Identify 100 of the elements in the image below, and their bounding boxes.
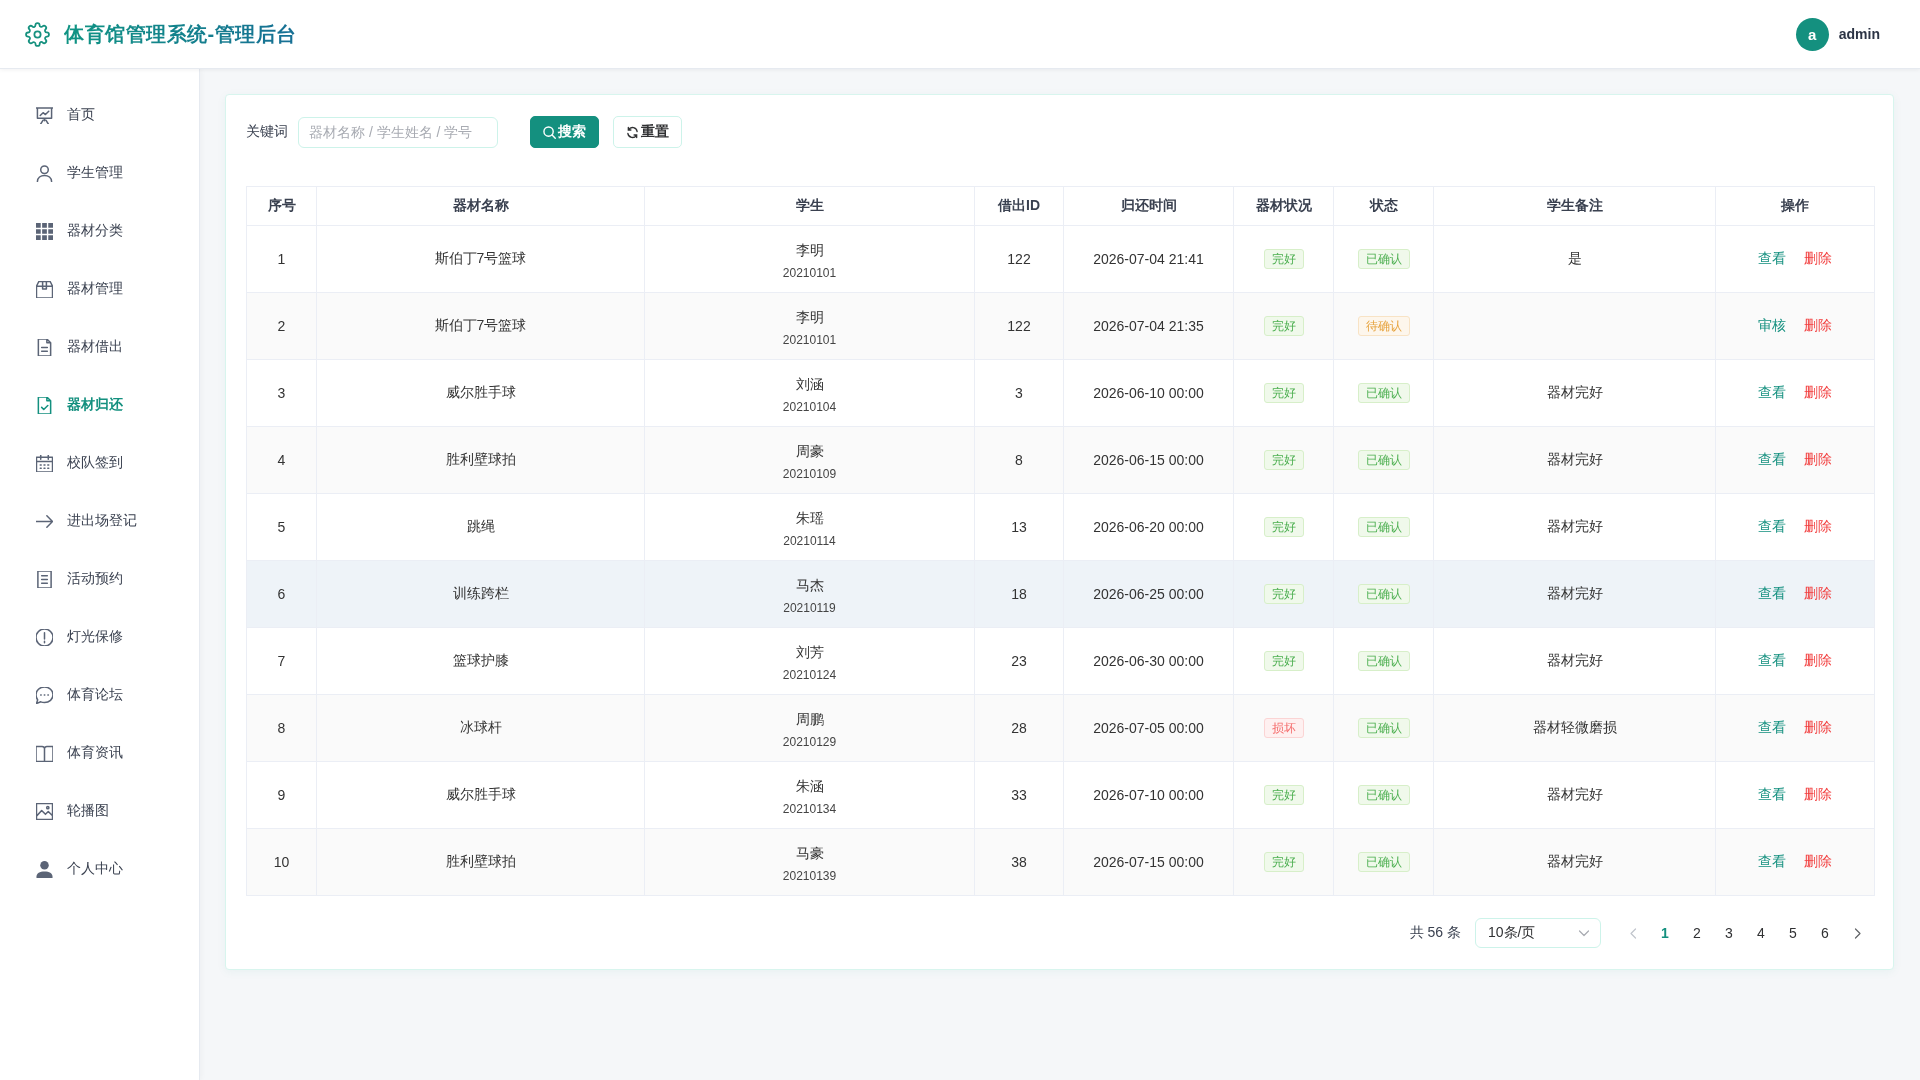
table-cell: 威尔胜手球 <box>316 761 645 829</box>
status-tag: 已确认 <box>1357 249 1410 269</box>
action-link[interactable]: 查看 <box>1758 786 1786 804</box>
student-number: 20210119 <box>782 599 837 616</box>
student-number: 20210114 <box>782 532 837 549</box>
table-cell: 器材完好 <box>1433 560 1716 628</box>
column-header: 学生 <box>644 186 975 226</box>
delete-link[interactable]: 删除 <box>1804 384 1832 402</box>
sidebar-item[interactable]: 器材管理 <box>0 260 199 318</box>
table-cell: 器材轻微磨损 <box>1433 694 1716 762</box>
delete-link[interactable]: 删除 <box>1804 451 1832 469</box>
action-link[interactable]: 查看 <box>1758 518 1786 536</box>
delete-link[interactable]: 删除 <box>1804 786 1832 804</box>
sidebar-item[interactable]: 个人中心 <box>0 840 199 898</box>
sidebar-item[interactable]: 首页 <box>0 86 199 144</box>
table-cell: 器材完好 <box>1433 359 1716 427</box>
status-tag: 已确认 <box>1357 383 1410 403</box>
page-size-select[interactable]: 10条/页 <box>1475 918 1601 948</box>
keyword-input[interactable]: 器材名称 / 学生姓名 / 学号 <box>298 116 498 148</box>
student-name: 周鹏 <box>794 709 825 729</box>
table-cell: 3 <box>246 359 317 427</box>
condition-tag: 完好 <box>1263 785 1304 805</box>
action-link[interactable]: 查看 <box>1758 384 1786 402</box>
page-button[interactable]: 2 <box>1681 918 1713 948</box>
table-cell: 胜利壁球拍 <box>316 426 645 494</box>
sidebar-item[interactable]: 进出场登记 <box>0 492 199 550</box>
user-avatar[interactable]: a <box>1795 17 1829 51</box>
total-count: 共 56 条 <box>1409 924 1461 942</box>
chat-bubble-icon <box>36 686 53 704</box>
column-header: 归还时间 <box>1063 186 1234 226</box>
sidebar-item[interactable]: 活动预约 <box>0 550 199 608</box>
page-button[interactable]: 3 <box>1713 918 1745 948</box>
condition-tag: 完好 <box>1263 450 1304 470</box>
student-name: 刘涵 <box>794 374 825 394</box>
sidebar-item[interactable]: 轮播图 <box>0 782 199 840</box>
table-cell: 是 <box>1433 225 1716 293</box>
table-cell: 器材完好 <box>1433 426 1716 494</box>
action-link[interactable]: 查看 <box>1758 250 1786 268</box>
table-cell: 28 <box>974 694 1064 762</box>
reset-button[interactable]: 重置 <box>613 116 682 148</box>
sidebar-item[interactable]: 学生管理 <box>0 144 199 202</box>
table-cell: 33 <box>974 761 1064 829</box>
sidebar-item[interactable]: 器材分类 <box>0 202 199 260</box>
search-button[interactable]: 搜索 <box>530 116 599 148</box>
document-icon <box>36 338 53 356</box>
action-link[interactable]: 查看 <box>1758 451 1786 469</box>
keyword-label: 关键词 <box>246 123 288 141</box>
page-button[interactable]: 6 <box>1809 918 1841 948</box>
sidebar-item[interactable]: 体育资讯 <box>0 724 199 782</box>
delete-link[interactable]: 删除 <box>1804 853 1832 871</box>
table-cell: 122 <box>974 225 1064 293</box>
sidebar-item[interactable]: 器材借出 <box>0 318 199 376</box>
status-tag: 待确认 <box>1357 316 1410 336</box>
delete-link[interactable]: 删除 <box>1804 652 1832 670</box>
column-header: 借出ID <box>974 186 1064 226</box>
settings-icon <box>25 21 50 47</box>
box-icon <box>36 280 53 298</box>
table-cell: 9 <box>246 761 317 829</box>
action-link[interactable]: 查看 <box>1758 853 1786 871</box>
delete-link[interactable]: 删除 <box>1804 250 1832 268</box>
delete-link[interactable]: 删除 <box>1804 719 1832 737</box>
student-number: 20210101 <box>781 264 838 281</box>
student-number: 20210134 <box>781 800 838 817</box>
student-name: 朱涵 <box>794 776 825 796</box>
table-cell: 篮球护膝 <box>316 627 645 695</box>
student-number: 20210139 <box>781 867 838 884</box>
sidebar-item[interactable]: 校队签到 <box>0 434 199 492</box>
table-cell: 2026-07-04 21:35 <box>1063 292 1234 360</box>
table-cell: 2026-06-15 00:00 <box>1063 426 1234 494</box>
table-cell: 训练跨栏 <box>316 560 645 628</box>
status-tag: 已确认 <box>1357 584 1410 604</box>
sidebar-item[interactable]: 器材归还 <box>0 376 199 434</box>
sidebar-item[interactable]: 体育论坛 <box>0 666 199 724</box>
delete-link[interactable]: 删除 <box>1804 585 1832 603</box>
student-name: 李明 <box>794 240 825 260</box>
condition-tag: 损坏 <box>1263 718 1304 738</box>
table-cell: 器材完好 <box>1433 627 1716 695</box>
column-header: 操作 <box>1715 186 1875 226</box>
page-button[interactable]: 1 <box>1649 918 1681 948</box>
search-icon <box>543 125 556 139</box>
student-number: 20210101 <box>781 331 838 348</box>
delete-link[interactable]: 删除 <box>1804 317 1832 335</box>
page-button[interactable]: 4 <box>1745 918 1777 948</box>
action-link[interactable]: 审核 <box>1758 317 1786 335</box>
table-cell: 斯伯丁7号篮球 <box>316 225 645 293</box>
action-link[interactable]: 查看 <box>1758 652 1786 670</box>
delete-link[interactable]: 删除 <box>1804 518 1832 536</box>
table-cell: 器材完好 <box>1433 761 1716 829</box>
user-name[interactable]: admin <box>1838 26 1880 42</box>
page-button[interactable]: 5 <box>1777 918 1809 948</box>
table-cell: 18 <box>974 560 1064 628</box>
action-link[interactable]: 查看 <box>1758 585 1786 603</box>
student-name: 刘芳 <box>794 642 825 662</box>
table-cell: 4 <box>246 426 317 494</box>
table-cell: 2026-06-20 00:00 <box>1063 493 1234 561</box>
action-link[interactable]: 查看 <box>1758 719 1786 737</box>
app-title: 体育馆管理系统-管理后台 <box>64 20 297 48</box>
status-tag: 已确认 <box>1357 785 1410 805</box>
sidebar-item[interactable]: 灯光保修 <box>0 608 199 666</box>
condition-tag: 完好 <box>1263 249 1304 269</box>
